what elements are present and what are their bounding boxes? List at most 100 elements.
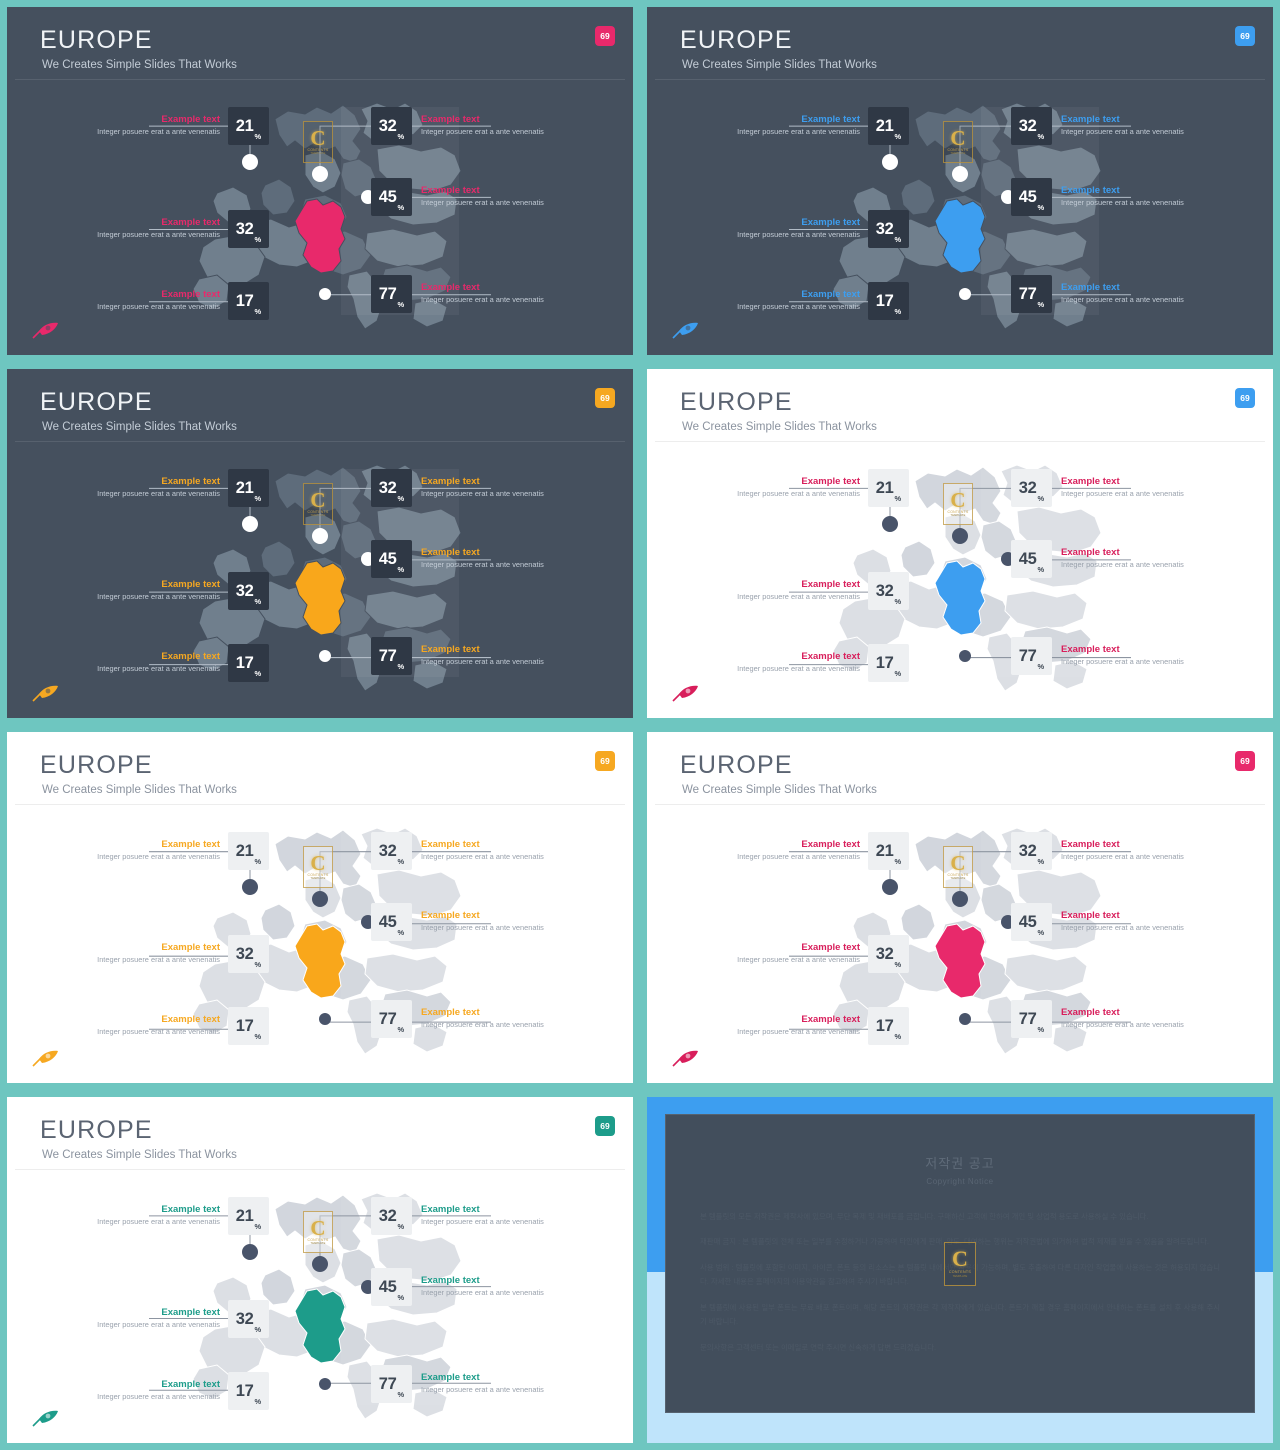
slide[interactable]: EUROPE We Creates Simple Slides That Work… — [0, 0, 640, 362]
slide[interactable]: EUROPE We Creates Simple Slides That Work… — [640, 362, 1280, 725]
metric-card-right-1[interactable]: 32% Example text Integer posuere erat a … — [1011, 107, 1243, 145]
metric-card-right-2[interactable]: 45% Example text Integer posuere erat a … — [1011, 903, 1243, 941]
metric-card-right-2[interactable]: 45% Example text Integer posuere erat a … — [371, 178, 603, 216]
metric-unit: % — [894, 857, 902, 866]
map-dot-iceland[interactable] — [242, 1244, 258, 1260]
metric-card-right-2[interactable]: 45% Example text Integer posuere erat a … — [1011, 540, 1243, 578]
metric-card-left-2[interactable]: Example text Integer posuere erat a ante… — [37, 1300, 269, 1338]
metric-description: Integer posuere erat a ante venenatis — [421, 127, 544, 137]
copyright-panel: 저작권 공고 Copyright Notice 본 템플릿의 모든 저작권은 제… — [665, 1114, 1255, 1413]
metric-card-left-3[interactable]: Example text Integer posuere erat a ante… — [37, 644, 269, 682]
map-dot-norway[interactable] — [312, 166, 328, 182]
map-dot-iceland[interactable] — [882, 516, 898, 532]
slide[interactable]: EUROPE We Creates Simple Slides That Work… — [640, 725, 1280, 1090]
slide-number-badge[interactable]: 69 — [595, 1116, 615, 1136]
metric-card-left-1[interactable]: Example text Integer posuere erat a ante… — [37, 832, 269, 870]
metric-unit: % — [1037, 300, 1045, 309]
metric-card-right-1[interactable]: 32% Example text Integer posuere erat a … — [371, 832, 603, 870]
metric-card-right-2[interactable]: 45% Example text Integer posuere erat a … — [371, 903, 603, 941]
metric-text: Example text Integer posuere erat a ante… — [728, 651, 868, 674]
map-dot-italy[interactable] — [319, 288, 331, 300]
map-dot-italy[interactable] — [319, 1378, 331, 1390]
metric-card-left-1[interactable]: Example text Integer posuere erat a ante… — [677, 469, 909, 507]
metric-card-left-3[interactable]: Example text Integer posuere erat a ante… — [677, 282, 909, 320]
metric-card-left-2[interactable]: Example text Integer posuere erat a ante… — [37, 572, 269, 610]
map-dot-iceland[interactable] — [882, 879, 898, 895]
slide-number-badge[interactable]: 69 — [595, 751, 615, 771]
metric-value-box: 32% — [1011, 832, 1052, 870]
metric-card-left-2[interactable]: Example text Integer posuere erat a ante… — [677, 210, 909, 248]
metric-card-left-3[interactable]: Example text Integer posuere erat a ante… — [37, 1372, 269, 1410]
copyright-slide[interactable]: 저작권 공고 Copyright Notice 본 템플릿의 모든 저작권은 제… — [640, 1090, 1280, 1450]
map-dot-italy[interactable] — [959, 650, 971, 662]
metric-description: Integer posuere erat a ante venenatis — [97, 852, 220, 862]
metric-unit: % — [254, 307, 262, 316]
metric-card-right-1[interactable]: 32% Example text Integer posuere erat a … — [1011, 832, 1243, 870]
metric-card-right-2[interactable]: 45% Example text Integer posuere erat a … — [371, 540, 603, 578]
slide[interactable]: EUROPE We Creates Simple Slides That Work… — [640, 0, 1280, 362]
metric-card-right-3[interactable]: 77% Example text Integer posuere erat a … — [1011, 637, 1243, 675]
metric-card-right-2[interactable]: 45% Example text Integer posuere erat a … — [1011, 178, 1243, 216]
slide-number-badge[interactable]: 69 — [595, 26, 615, 46]
slide[interactable]: EUROPE We Creates Simple Slides That Work… — [0, 1090, 640, 1450]
metric-card-right-3[interactable]: 77% Example text Integer posuere erat a … — [371, 275, 603, 313]
map-dot-norway[interactable] — [952, 891, 968, 907]
metric-card-right-1[interactable]: 32% Example text Integer posuere erat a … — [371, 1197, 603, 1235]
metric-card-left-1[interactable]: Example text Integer posuere erat a ante… — [37, 469, 269, 507]
map-dot-italy[interactable] — [319, 1013, 331, 1025]
metric-card-right-3[interactable]: 77% Example text Integer posuere erat a … — [371, 637, 603, 675]
metric-description: Integer posuere erat a ante venenatis — [421, 198, 544, 208]
metric-card-left-2[interactable]: Example text Integer posuere erat a ante… — [677, 572, 909, 610]
metric-unit: % — [254, 669, 262, 678]
metric-text: Example text Integer posuere erat a ante… — [88, 217, 228, 240]
metric-unit: % — [397, 565, 405, 574]
metric-card-left-2[interactable]: Example text Integer posuere erat a ante… — [37, 935, 269, 973]
metric-value: 32 — [378, 841, 397, 860]
metric-card-left-1[interactable]: Example text Integer posuere erat a ante… — [37, 107, 269, 145]
map-dot-norway[interactable] — [952, 528, 968, 544]
slide[interactable]: EUROPE We Creates Simple Slides That Work… — [0, 362, 640, 725]
metric-card-right-3[interactable]: 77% Example text Integer posuere erat a … — [371, 1000, 603, 1038]
slide-number-badge[interactable]: 69 — [1235, 751, 1255, 771]
slide-body: C CONTENTS TEMPLATE Example text Integer p… — [647, 804, 1273, 1083]
slide-number-badge[interactable]: 69 — [595, 388, 615, 408]
metric-card-left-3[interactable]: Example text Integer posuere erat a ante… — [677, 644, 909, 682]
slide-number-badge[interactable]: 69 — [1235, 388, 1255, 408]
metric-card-left-1[interactable]: Example text Integer posuere erat a ante… — [677, 832, 909, 870]
metric-card-left-3[interactable]: Example text Integer posuere erat a ante… — [37, 282, 269, 320]
map-dot-norway[interactable] — [952, 166, 968, 182]
metric-card-right-3[interactable]: 77% Example text Integer posuere erat a … — [1011, 1000, 1243, 1038]
slide-header: EUROPE We Creates Simple Slides That Work… — [7, 7, 633, 80]
map-dot-norway[interactable] — [312, 891, 328, 907]
map-dot-italy[interactable] — [959, 288, 971, 300]
slide-number-badge[interactable]: 69 — [1235, 26, 1255, 46]
metric-unit: % — [894, 597, 902, 606]
metric-card-left-2[interactable]: Example text Integer posuere erat a ante… — [37, 210, 269, 248]
metric-card-left-1[interactable]: Example text Integer posuere erat a ante… — [677, 107, 909, 145]
map-dot-italy[interactable] — [319, 650, 331, 662]
slide[interactable]: EUROPE We Creates Simple Slides That Work… — [0, 725, 640, 1090]
metric-card-left-2[interactable]: Example text Integer posuere erat a ante… — [677, 935, 909, 973]
metric-card-right-3[interactable]: 77% Example text Integer posuere erat a … — [371, 1365, 603, 1403]
metric-card-right-1[interactable]: 32% Example text Integer posuere erat a … — [371, 469, 603, 507]
map-dot-italy[interactable] — [959, 1013, 971, 1025]
contents-logo-watermark: C CONTENTS TEMPLATE — [943, 846, 973, 888]
map-dot-iceland[interactable] — [242, 516, 258, 532]
metric-card-left-3[interactable]: Example text Integer posuere erat a ante… — [677, 1007, 909, 1045]
metric-card-left-3[interactable]: Example text Integer posuere erat a ante… — [37, 1007, 269, 1045]
metric-card-right-3[interactable]: 77% Example text Integer posuere erat a … — [1011, 275, 1243, 313]
metric-card-right-2[interactable]: 45% Example text Integer posuere erat a … — [371, 1268, 603, 1306]
metric-heading: Example text — [801, 1014, 860, 1026]
map-dot-iceland[interactable] — [242, 154, 258, 170]
metric-card-right-1[interactable]: 32% Example text Integer posuere erat a … — [1011, 469, 1243, 507]
metric-card-right-1[interactable]: 32% Example text Integer posuere erat a … — [371, 107, 603, 145]
map-dot-norway[interactable] — [312, 1256, 328, 1272]
metric-value: 32 — [235, 1309, 254, 1328]
page-title: EUROPE — [680, 26, 793, 54]
map-dot-iceland[interactable] — [882, 154, 898, 170]
map-dot-iceland[interactable] — [242, 879, 258, 895]
map-dot-norway[interactable] — [312, 528, 328, 544]
metric-text: Example text Integer posuere erat a ante… — [728, 1014, 868, 1037]
slide-body: C CONTENTS TEMPLATE Example text Integer p… — [7, 1169, 633, 1443]
metric-card-left-1[interactable]: Example text Integer posuere erat a ante… — [37, 1197, 269, 1235]
